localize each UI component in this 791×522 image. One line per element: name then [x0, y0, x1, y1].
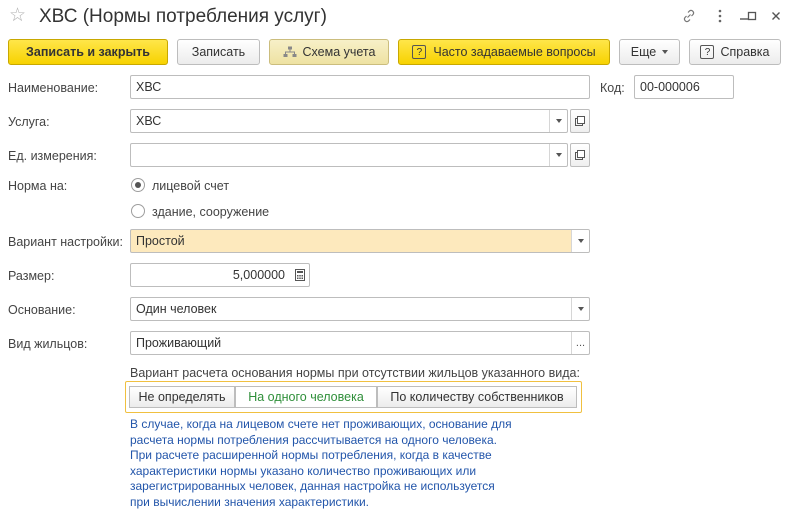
calculator-icon[interactable]: [291, 264, 309, 286]
title-bar: ☆ ХВС (Нормы потребления услуг): [0, 0, 791, 34]
info-line: В случае, когда на лицевом счете нет про…: [130, 417, 512, 431]
schema-label: Схема учета: [302, 45, 376, 59]
variant-select[interactable]: Простой: [130, 229, 590, 253]
unit-select[interactable]: [130, 143, 568, 167]
info-text: В случае, когда на лицевом счете нет про…: [130, 417, 570, 511]
code-input[interactable]: 00-000006: [634, 75, 734, 99]
ellipsis-icon[interactable]: ...: [571, 332, 589, 354]
help-label: Справка: [720, 45, 770, 59]
save-button[interactable]: Записать: [177, 39, 260, 65]
more-label: Еще: [630, 45, 657, 59]
window-title: ХВС (Нормы потребления услуг): [39, 6, 327, 27]
residents-label: Вид жильцов:: [8, 337, 88, 351]
schema-icon: [283, 46, 297, 58]
residents-value: Проживающий: [136, 336, 222, 350]
basis-value: Один человек: [136, 302, 217, 316]
link-icon[interactable]: [679, 6, 699, 26]
calc-option-owners[interactable]: По количеству собственников: [377, 386, 577, 408]
name-label: Наименование:: [8, 81, 99, 95]
norm-radio-building[interactable]: [131, 204, 145, 218]
open-unit-button[interactable]: [570, 143, 590, 167]
norm-option-account[interactable]: лицевой счет: [152, 178, 229, 194]
help-button[interactable]: ? Справка: [689, 39, 781, 65]
close-icon[interactable]: [766, 6, 786, 26]
maximize-icon[interactable]: [742, 6, 762, 26]
calc-option-none[interactable]: Не определять: [129, 386, 235, 408]
info-line: зарегистрированных человек, данная настр…: [130, 479, 495, 494]
save-and-close-button[interactable]: Записать и закрыть: [8, 39, 168, 65]
faq-button[interactable]: ? Часто задаваемые вопросы: [398, 39, 610, 65]
schema-button[interactable]: Схема учета: [269, 39, 389, 65]
open-service-button[interactable]: [570, 109, 590, 133]
more-button[interactable]: Еще: [619, 39, 680, 65]
variant-value: Простой: [136, 234, 185, 248]
residents-select[interactable]: Проживающий ...: [130, 331, 590, 355]
basis-select[interactable]: Один человек: [130, 297, 590, 321]
basis-label: Основание:: [8, 303, 76, 317]
calc-option-one-person[interactable]: На одного человека: [235, 386, 377, 408]
dropdown-arrow-icon[interactable]: [571, 230, 589, 252]
calc-caption: Вариант расчета основания нормы при отсу…: [130, 366, 580, 380]
variant-label: Вариант настройки:: [8, 235, 123, 249]
dropdown-arrow-icon[interactable]: [549, 144, 567, 166]
open-in-new-icon: [575, 116, 585, 126]
dropdown-arrow-icon[interactable]: [549, 110, 567, 132]
service-select[interactable]: ХВС: [130, 109, 568, 133]
size-input[interactable]: 5,000000: [130, 263, 310, 287]
size-value: 5,000000: [232, 268, 285, 282]
more-menu-icon[interactable]: [710, 6, 730, 26]
unit-label: Ед. измерения:: [8, 149, 97, 163]
name-input[interactable]: ХВС: [130, 75, 590, 99]
size-label: Размер:: [8, 269, 55, 283]
info-line: расчета нормы потребления рассчитывается…: [130, 432, 497, 447]
faq-label: Часто задаваемые вопросы: [433, 45, 596, 59]
chevron-down-icon: [662, 50, 669, 54]
norm-option-building[interactable]: здание, сооружение: [152, 204, 269, 220]
service-label: Услуга:: [8, 115, 50, 129]
norm-label: Норма на:: [8, 179, 68, 193]
info-line: при вычислении значения характеристики.: [130, 494, 370, 509]
info-line: При расчете расширенной нормы потреблени…: [130, 448, 492, 463]
service-value: ХВС: [136, 114, 162, 128]
code-label: Код:: [600, 81, 625, 95]
favorite-star-icon[interactable]: ☆: [9, 5, 26, 27]
norm-radio-account[interactable]: [131, 178, 145, 192]
calc-variant-switch: Не определять На одного человека По коли…: [125, 381, 582, 413]
open-in-new-icon: [575, 150, 585, 160]
info-line: характеристики нормы указано количество …: [130, 463, 477, 478]
question-icon: ?: [700, 45, 715, 59]
dropdown-arrow-icon[interactable]: [571, 298, 589, 320]
question-icon: ?: [412, 45, 427, 59]
